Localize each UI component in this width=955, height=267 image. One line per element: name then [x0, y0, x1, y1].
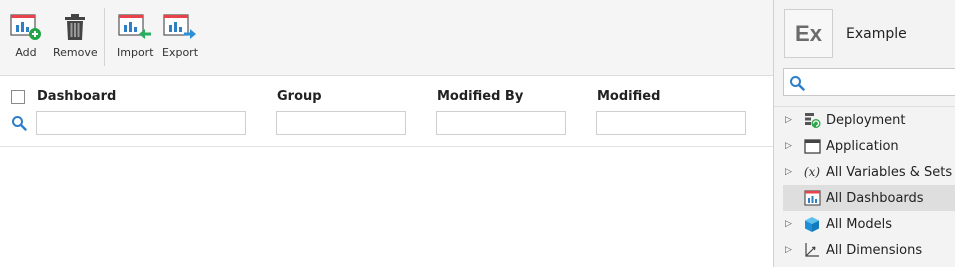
tree-item-label: All Models	[826, 216, 893, 232]
tree-item-label: All Variables & Sets	[826, 164, 953, 180]
expand-arrow-icon[interactable]: ▷	[783, 245, 797, 255]
dashboard-grid-body	[0, 148, 773, 267]
import-icon	[117, 12, 153, 42]
tree-item-all-models[interactable]: ▷ All Models	[783, 211, 955, 237]
tree-item-all-variables-sets[interactable]: ▷ (x) All Variables & Sets	[783, 159, 955, 185]
variable-icon: (x)	[803, 165, 821, 179]
modified-by-filter-input[interactable]	[436, 111, 566, 135]
trash-icon	[57, 12, 93, 42]
modified-filter-input[interactable]	[596, 111, 746, 135]
cube-icon	[803, 215, 821, 233]
dashboard-filter-input[interactable]	[36, 111, 246, 135]
remove-button[interactable]: Remove	[53, 12, 98, 59]
export-button-label: Export	[162, 46, 199, 59]
tree-item-application[interactable]: ▷ Application	[783, 133, 955, 159]
navigation-tree: ▷ Deployment ▷ Application ▷ (x) All Var…	[783, 107, 955, 263]
expand-arrow-icon[interactable]: ▷	[783, 219, 797, 229]
dashboard-icon	[803, 189, 821, 207]
tree-item-label: All Dashboards	[826, 190, 924, 206]
deployment-icon	[803, 111, 821, 129]
tree-item-label: Deployment	[826, 112, 906, 128]
window-icon	[803, 137, 821, 155]
import-button[interactable]: Import	[117, 12, 154, 59]
column-header-dashboard[interactable]: Dashboard	[37, 89, 116, 104]
select-all-checkbox[interactable]	[11, 90, 25, 104]
search-icon	[11, 115, 27, 135]
add-dashboard-icon	[8, 12, 44, 42]
expand-arrow-icon[interactable]: ▷	[783, 115, 797, 125]
tree-item-all-dimensions[interactable]: ▷ All Dimensions	[783, 237, 955, 263]
tree-item-label: All Dimensions	[826, 242, 923, 258]
column-header-group[interactable]: Group	[277, 89, 322, 104]
toolbar: Add Remove Import Export	[0, 0, 773, 76]
column-header-modified[interactable]: Modified	[597, 89, 660, 104]
export-button[interactable]: Export	[162, 12, 198, 59]
navigation-panel: Ex Example ▷ Deployment ▷ Application ▷ …	[773, 0, 955, 267]
panel-search-box[interactable]	[783, 68, 955, 96]
tree-item-label: Application	[826, 138, 899, 154]
workspace-tile[interactable]: Ex	[784, 9, 833, 58]
column-header-modified-by[interactable]: Modified By	[437, 89, 523, 104]
search-icon	[789, 75, 805, 95]
toolbar-divider	[104, 8, 105, 66]
add-button-label: Add	[15, 46, 37, 59]
tree-item-all-dashboards[interactable]: ▷ All Dashboards	[783, 185, 955, 211]
expand-arrow-icon[interactable]: ▷	[783, 141, 797, 151]
axes-icon	[803, 241, 821, 259]
import-button-label: Import	[117, 46, 154, 59]
tree-item-deployment[interactable]: ▷ Deployment	[783, 107, 955, 133]
group-filter-input[interactable]	[276, 111, 406, 135]
dashboard-grid-header: Dashboard Group Modified By Modified	[0, 76, 773, 147]
expand-arrow-icon[interactable]: ▷	[783, 167, 797, 177]
workspace-name: Example	[846, 26, 907, 42]
remove-button-label: Remove	[53, 46, 98, 59]
add-button[interactable]: Add	[8, 12, 44, 59]
export-icon	[162, 12, 198, 42]
